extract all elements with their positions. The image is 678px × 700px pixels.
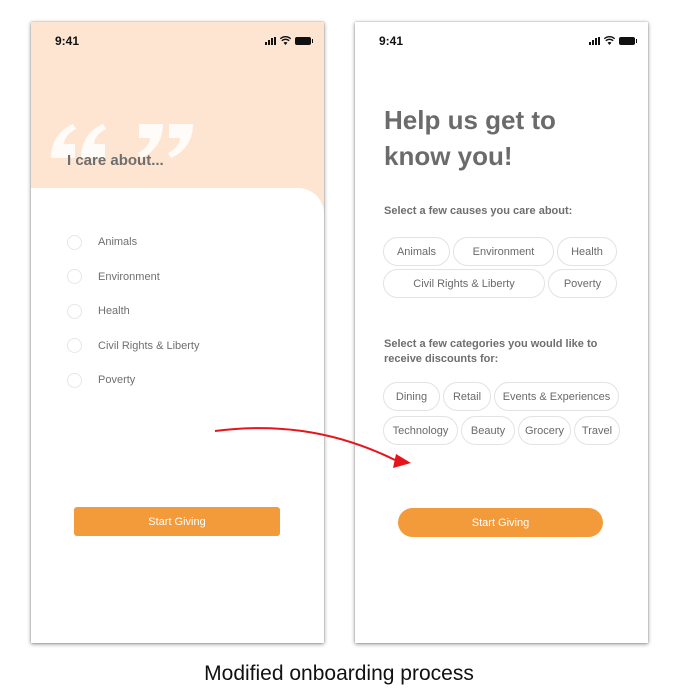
phone-screen-original: I care about... 9:41 Animals Environment — [31, 22, 324, 643]
cause-option-poverty[interactable]: Poverty — [67, 363, 199, 398]
cause-label: Health — [98, 305, 130, 318]
chip-beauty[interactable]: Beauty — [461, 416, 515, 445]
chip-travel[interactable]: Travel — [574, 416, 620, 445]
categories-prompt: Select a few categories you would like t… — [384, 338, 598, 365]
category-chip-row-2: Technology Beauty Grocery Travel — [383, 416, 620, 445]
radio-button[interactable] — [67, 338, 82, 354]
cause-label: Civil Rights & Liberty — [98, 339, 200, 352]
cause-label: Animals — [98, 236, 138, 249]
battery-icon — [619, 37, 637, 45]
causes-prompt: Select a few causes you care about: — [384, 205, 573, 217]
chip-environment[interactable]: Environment — [453, 237, 554, 266]
page-title: Help us get to know you! — [384, 102, 624, 174]
chip-events-experiences[interactable]: Events & Experiences — [494, 382, 619, 411]
cause-chip-row-1: Animals Environment Health — [383, 237, 617, 266]
chip-poverty[interactable]: Poverty — [548, 269, 617, 298]
status-time: 9:41 — [55, 34, 80, 48]
start-giving-button[interactable]: Start Giving — [74, 507, 280, 536]
cause-label: Environment — [98, 270, 160, 283]
chip-civil-rights[interactable]: Civil Rights & Liberty — [383, 269, 545, 298]
page-title-line-1: Help us get to — [384, 105, 556, 135]
chip-animals[interactable]: Animals — [383, 237, 450, 266]
start-giving-button[interactable]: Start Giving — [398, 508, 603, 537]
cause-option-health[interactable]: Health — [67, 294, 199, 329]
chip-health[interactable]: Health — [557, 237, 617, 266]
status-icons — [265, 35, 313, 45]
status-bar: 9:41 — [355, 22, 648, 62]
chip-technology[interactable]: Technology — [383, 416, 458, 445]
cause-list: Animals Environment Health Civil Rights … — [67, 225, 199, 398]
radio-button[interactable] — [67, 234, 82, 250]
wifi-icon — [604, 36, 615, 45]
status-bar: 9:41 — [31, 22, 324, 62]
radio-button[interactable] — [67, 372, 82, 388]
battery-icon — [295, 37, 313, 45]
wifi-icon — [280, 36, 291, 45]
chip-grocery[interactable]: Grocery — [518, 416, 571, 445]
figure-caption: Modified onboarding process — [204, 662, 474, 685]
status-time: 9:41 — [379, 34, 404, 48]
cause-option-animals[interactable]: Animals — [67, 225, 199, 260]
chip-dining[interactable]: Dining — [383, 382, 440, 411]
cause-label: Poverty — [98, 374, 136, 387]
cause-option-environment[interactable]: Environment — [67, 260, 199, 295]
signal-icon — [589, 37, 600, 45]
radio-button[interactable] — [67, 269, 82, 285]
phone-screen-modified: 9:41 Help us get to know you! Select a f… — [355, 22, 648, 643]
cause-chip-row-2: Civil Rights & Liberty Poverty — [383, 269, 617, 298]
chip-retail[interactable]: Retail — [443, 382, 491, 411]
page-title-line-2: know you! — [384, 141, 513, 171]
radio-button[interactable] — [67, 303, 82, 319]
cause-option-civil-rights[interactable]: Civil Rights & Liberty — [67, 329, 199, 364]
page-title: I care about... — [67, 152, 164, 169]
status-icons — [589, 35, 637, 45]
category-chip-row-1: Dining Retail Events & Experiences — [383, 382, 619, 411]
signal-icon — [265, 37, 276, 45]
